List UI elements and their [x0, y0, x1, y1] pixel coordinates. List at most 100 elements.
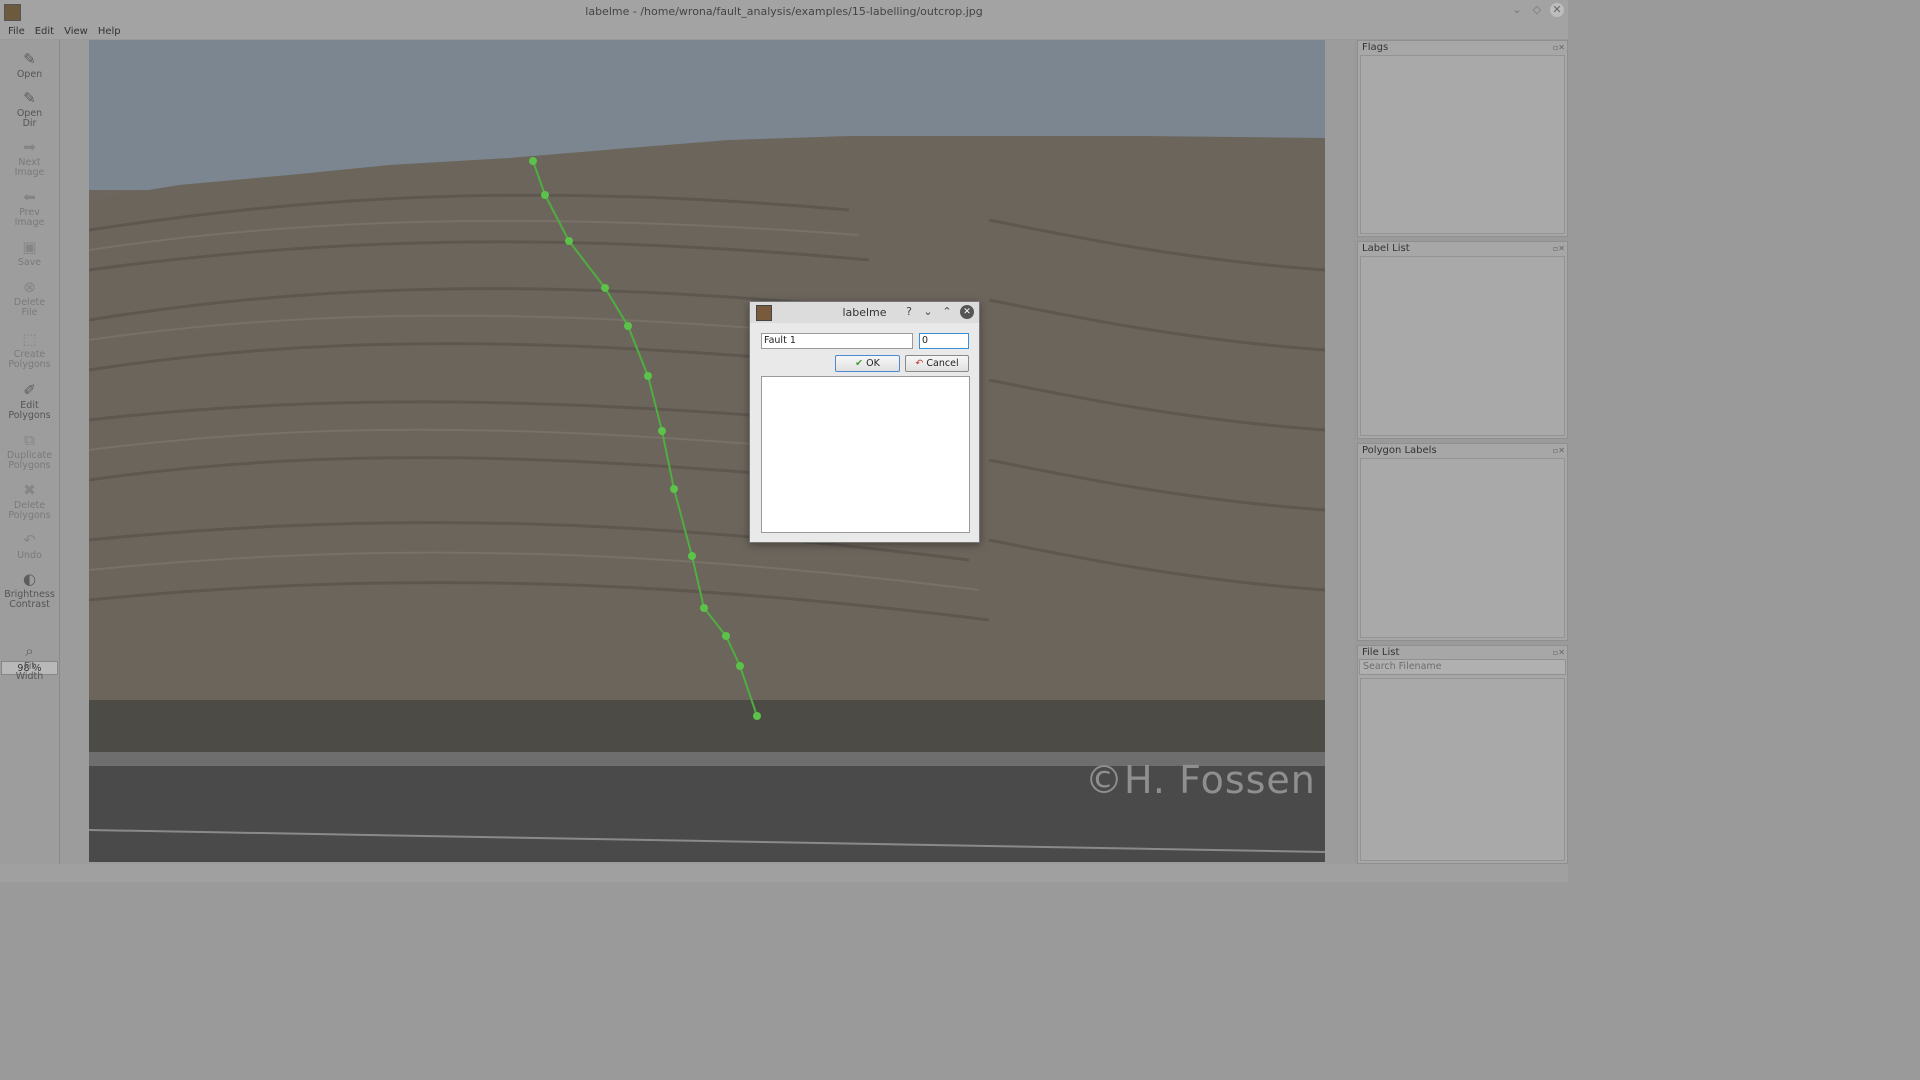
polygon-vertex[interactable]: [644, 372, 652, 380]
open-dir-icon: ✎: [23, 89, 36, 107]
dialog-app-icon: [756, 305, 772, 321]
next-label-2: Image: [14, 167, 45, 178]
window-controls: ⌄ ◇ ✕: [1510, 3, 1564, 17]
dock-float-close-icon[interactable]: ▫✕: [1547, 244, 1565, 253]
file-list-dock: File List ▫✕: [1357, 645, 1568, 864]
group-id-input[interactable]: 0: [919, 333, 969, 349]
undo-button[interactable]: ↶ Undo: [0, 531, 59, 561]
menu-view[interactable]: View: [60, 24, 92, 39]
polygon-vertex[interactable]: [722, 632, 730, 640]
dialog-title: labelme: [842, 306, 887, 319]
dock-float-close-icon[interactable]: ▫✕: [1547, 43, 1565, 52]
menu-file[interactable]: File: [4, 24, 29, 39]
prev-image-button[interactable]: ⬅ Prev Image: [0, 188, 59, 228]
delete-x-icon: ✖: [23, 481, 36, 499]
menu-bar: File Edit View Help: [0, 24, 1568, 39]
cancel-label: Cancel: [926, 358, 959, 369]
save-icon: ▣: [22, 238, 37, 256]
open-button[interactable]: ✎ Open: [0, 50, 59, 80]
duplicate-polygons-button[interactable]: ⧉ Duplicate Polygons: [0, 431, 59, 471]
zoom-fit-icon: ⌕: [25, 642, 34, 660]
edit-icon: ✐: [23, 381, 36, 399]
undo-label: Undo: [17, 550, 42, 561]
label-list[interactable]: [1360, 256, 1565, 436]
open-dir-label-2: Dir: [22, 118, 37, 129]
save-label: Save: [17, 257, 42, 268]
file-list[interactable]: [1360, 678, 1565, 861]
cancel-icon: ↶: [915, 358, 924, 369]
close-icon[interactable]: ✕: [960, 305, 974, 319]
file-list-title: File List: [1362, 647, 1400, 658]
ok-button[interactable]: ✔ OK: [835, 355, 900, 372]
prev-label-2: Image: [14, 217, 45, 228]
undo-icon: ↶: [23, 531, 36, 549]
label-suggestions-list[interactable]: [761, 376, 970, 533]
arrow-right-icon: ➡: [23, 138, 36, 156]
menu-help[interactable]: Help: [94, 24, 125, 39]
label-list-dock: Label List ▫✕: [1357, 241, 1568, 439]
ok-label: OK: [866, 358, 880, 369]
open-dir-button[interactable]: ✎ Open Dir: [0, 89, 59, 129]
polygon-labels-list[interactable]: [1360, 458, 1565, 638]
create-polygon-icon: ⬚: [22, 330, 37, 348]
create-label-2: Polygons: [8, 359, 51, 370]
delete-file-button[interactable]: ⊗ Delete File: [0, 278, 59, 318]
delete-polygons-button[interactable]: ✖ Delete Polygons: [0, 481, 59, 521]
menu-edit[interactable]: Edit: [31, 24, 58, 39]
label-dialog: labelme ? ⌄ ⌃ ✕ Fault 1 0 ✔ OK ↶ Cancel: [749, 301, 980, 543]
fit-width-button[interactable]: ⌕ Fit Width: [0, 642, 59, 682]
flags-list[interactable]: [1360, 55, 1565, 234]
fit-label-2: Width: [15, 671, 44, 682]
duplicate-icon: ⧉: [24, 431, 35, 449]
flags-dock: Flags ▫✕: [1357, 40, 1568, 237]
minimize-icon[interactable]: ⌄: [1510, 3, 1524, 17]
polygon-vertex[interactable]: [700, 604, 708, 612]
save-button[interactable]: ▣ Save: [0, 238, 59, 268]
polygon-vertex[interactable]: [529, 157, 537, 165]
search-filename-input[interactable]: Search Filename: [1359, 659, 1566, 675]
open-label: Open: [16, 69, 43, 80]
outcrop-image[interactable]: ©H. Fossen: [89, 40, 1325, 862]
app-icon: [4, 4, 21, 21]
close-icon[interactable]: ✕: [1550, 3, 1564, 17]
del-poly-label-2: Polygons: [8, 510, 51, 521]
brightness-icon: ◐: [22, 570, 37, 588]
image-watermark: ©H. Fossen: [1085, 758, 1316, 802]
cancel-button[interactable]: ↶ Cancel: [905, 355, 969, 372]
next-image-button[interactable]: ➡ Next Image: [0, 138, 59, 178]
open-icon: ✎: [23, 50, 36, 68]
label-list-title: Label List: [1362, 243, 1410, 254]
delete-file-label-2: File: [21, 307, 38, 318]
arrow-left-icon: ⬅: [23, 188, 36, 206]
check-icon: ✔: [855, 358, 864, 369]
polygon-vertex[interactable]: [670, 485, 678, 493]
maximize-icon[interactable]: ◇: [1530, 3, 1544, 17]
image-overlay: [89, 40, 1325, 862]
dock-float-close-icon[interactable]: ▫✕: [1547, 446, 1565, 455]
polygon-vertex[interactable]: [688, 552, 696, 560]
edit-label-2: Polygons: [8, 410, 51, 421]
dup-label-2: Polygons: [8, 460, 51, 471]
maximize-icon[interactable]: ⌃: [940, 305, 954, 319]
polygon-vertex[interactable]: [565, 237, 573, 245]
polygon-vertex[interactable]: [541, 191, 549, 199]
help-icon[interactable]: ?: [902, 305, 916, 319]
dock-float-close-icon[interactable]: ▫✕: [1547, 648, 1565, 657]
polygon-vertex[interactable]: [736, 662, 744, 670]
brightness-contrast-button[interactable]: ◐ Brightness Contrast: [0, 570, 59, 610]
polygon-labels-title: Polygon Labels: [1362, 445, 1437, 456]
polygon-labels-dock: Polygon Labels ▫✕: [1357, 443, 1568, 641]
polygon-vertex[interactable]: [658, 427, 666, 435]
polygon-vertex[interactable]: [624, 322, 632, 330]
minimize-icon[interactable]: ⌄: [921, 305, 935, 319]
left-toolbar: ✎ Open ✎ Open Dir ➡ Next Image ⬅ Prev Im…: [0, 40, 60, 864]
polygon-vertex[interactable]: [753, 712, 761, 720]
label-input[interactable]: Fault 1: [761, 333, 913, 349]
dialog-titlebar: labelme ? ⌄ ⌃ ✕: [750, 302, 979, 323]
bright-label-2: Contrast: [9, 599, 50, 610]
delete-file-icon: ⊗: [23, 278, 36, 296]
create-polygons-button[interactable]: ⬚ Create Polygons: [0, 330, 59, 370]
edit-polygons-button[interactable]: ✐ Edit Polygons: [0, 381, 59, 421]
flags-title: Flags: [1362, 42, 1389, 53]
polygon-vertex[interactable]: [601, 284, 609, 292]
